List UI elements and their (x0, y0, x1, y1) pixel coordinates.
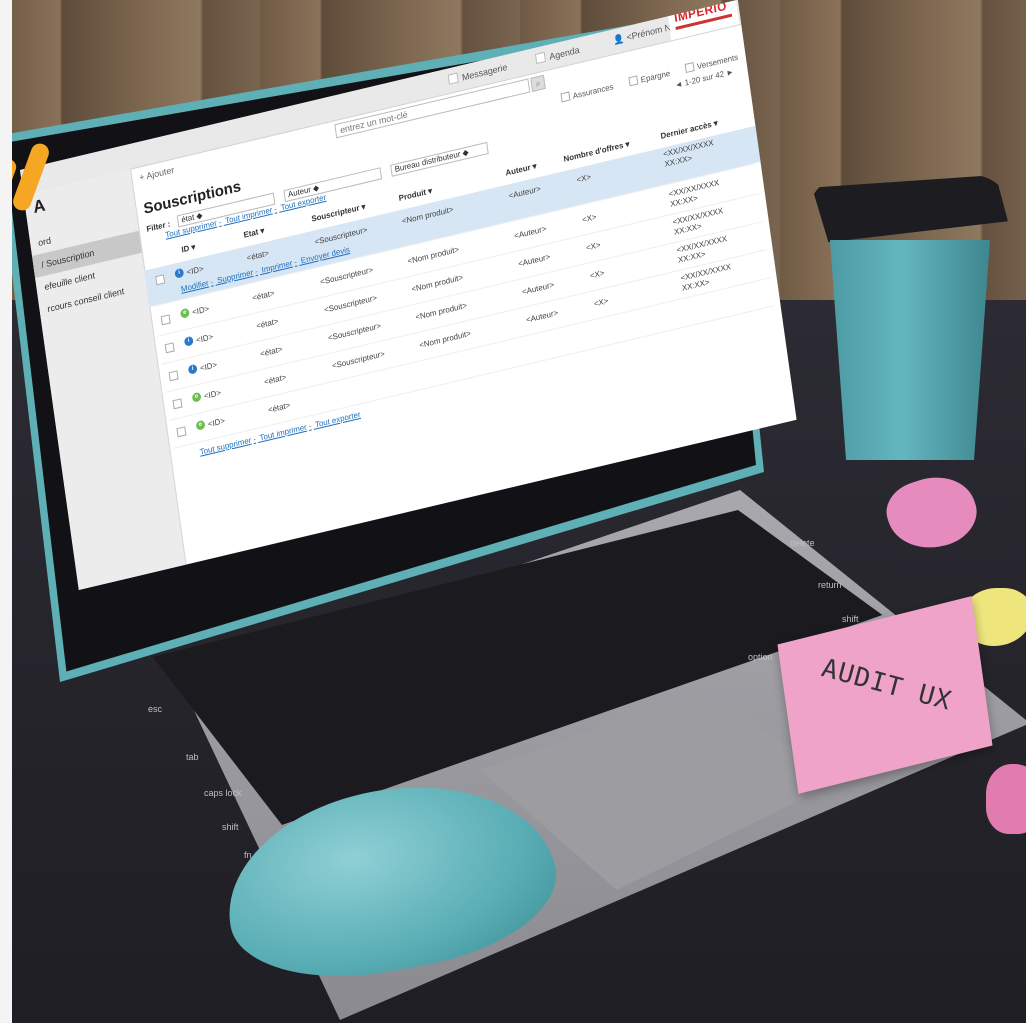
filter-assurances-label: Assurances (572, 82, 615, 101)
row-souscripteur: <Souscripteur> (327, 321, 382, 343)
agenda-label: Agenda (548, 44, 581, 62)
row-checkbox[interactable] (176, 426, 187, 438)
row-offres: <X> (593, 296, 609, 309)
row-produit: <Nom produit> (407, 244, 460, 266)
author-select[interactable]: Auteur ◆ (283, 167, 383, 203)
row-id: <ID> (199, 360, 218, 374)
row-produit: <Nom produit> (414, 300, 468, 322)
search-icon[interactable]: ⌕ (530, 74, 546, 92)
left-border (0, 0, 12, 1023)
office-select[interactable]: Bureau distributeur ◆ (390, 141, 489, 177)
key-option[interactable]: option (748, 652, 773, 662)
key-shift-right[interactable]: shift (842, 614, 859, 624)
col-produit[interactable]: Produit ▾ (398, 186, 432, 203)
key-esc[interactable]: esc (148, 704, 162, 714)
state-select-value: état (180, 212, 195, 225)
row-id: <ID> (207, 416, 226, 430)
add-label: Ajouter (145, 164, 175, 182)
row-produit: <Nom produit> (410, 272, 464, 294)
row-etat: <état> (263, 372, 287, 387)
row-souscripteur: <Souscripteur> (319, 265, 374, 287)
cup-body (830, 240, 990, 460)
row-id: <ID> (191, 304, 210, 318)
row-checkbox[interactable] (160, 314, 171, 326)
status-dot-blue-icon: i (187, 363, 198, 375)
row-checkbox[interactable] (164, 342, 175, 354)
row-auteur: <Auteur> (517, 252, 551, 269)
row-checkbox[interactable] (168, 370, 179, 382)
col-id[interactable]: ID ▾ (181, 242, 196, 254)
key-caps-lock[interactable]: caps lock (204, 788, 242, 798)
filter-epargne-label: Epargne (640, 68, 671, 85)
row-souscripteur: <Souscripteur> (323, 293, 378, 315)
row-auteur: <Auteur> (525, 308, 559, 325)
status-dot-green-icon: e (179, 307, 190, 319)
row-etat: <état> (259, 344, 283, 359)
coffee-cup (812, 175, 1008, 460)
row-offres: <X> (581, 212, 598, 225)
status-dot-green-icon: e (191, 391, 202, 403)
filter-epargne[interactable]: Epargne (628, 68, 671, 88)
key-delete[interactable]: delete (790, 538, 815, 548)
row-souscripteur: <Souscripteur> (331, 349, 386, 371)
agenda-tab[interactable]: Agenda (534, 44, 581, 65)
row-checkbox[interactable] (172, 398, 183, 410)
messagerie-label: Messagerie (461, 61, 508, 83)
filter-assurances[interactable]: Assurances (560, 81, 615, 103)
office-select-value: Bureau distributeur (394, 149, 461, 174)
row-etat: <état> (251, 288, 276, 303)
row-etat: <état> (255, 316, 279, 331)
row-offres: <X> (585, 240, 602, 253)
row-offres: <X> (589, 268, 605, 281)
key-tab[interactable]: tab (186, 752, 199, 762)
row-produit: <Nom produit> (418, 328, 472, 350)
key-return[interactable]: return (818, 580, 842, 590)
row-etat: <état> (267, 400, 291, 415)
status-dot-blue-icon: i (183, 335, 194, 347)
user-icon: 👤 (612, 32, 628, 46)
pagination[interactable]: ◄ 1-20 sur 42 ► (674, 67, 734, 90)
row-id: <ID> (195, 332, 214, 346)
col-auteur[interactable]: Auteur ▾ (505, 161, 537, 177)
row-id: <ID> (203, 388, 222, 402)
status-dot-green-icon: e (195, 419, 206, 431)
row-auteur: <Auteur> (521, 280, 555, 297)
crumpled-paper-pink-2 (986, 764, 1026, 834)
add-button[interactable]: + Ajouter (139, 165, 175, 183)
row-auteur: <Auteur> (513, 224, 547, 241)
key-shift-left[interactable]: shift (222, 822, 239, 832)
col-etat[interactable]: Etat ▾ (243, 226, 265, 240)
